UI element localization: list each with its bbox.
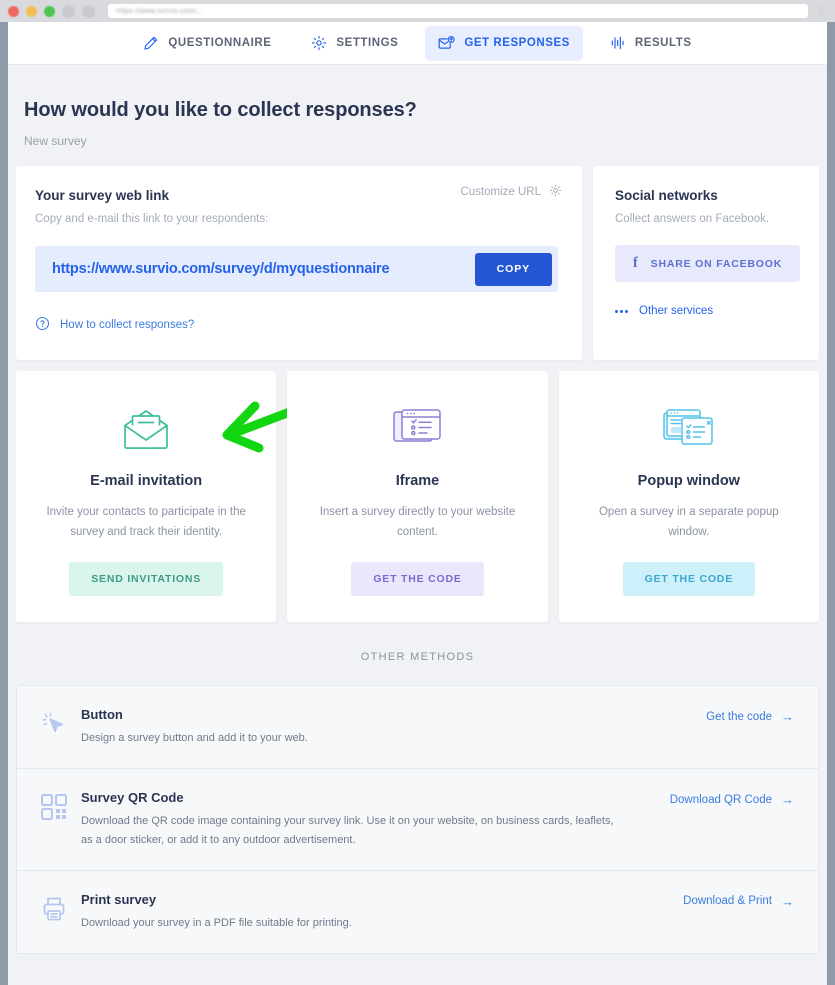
other-services-link[interactable]: Other services bbox=[615, 305, 800, 317]
method-title: Popup window bbox=[581, 473, 797, 489]
page-title: How would you like to collect responses? bbox=[24, 99, 819, 122]
popup-window-icon bbox=[581, 399, 797, 459]
other-method-title: Print survey bbox=[81, 892, 683, 907]
survey-name: New survey bbox=[24, 134, 819, 148]
facebook-button-label: SHARE ON FACEBOOK bbox=[651, 258, 782, 270]
social-subtitle: Collect answers on Facebook. bbox=[615, 213, 800, 225]
bar-chart-icon bbox=[610, 35, 626, 51]
other-method-title: Button bbox=[81, 707, 706, 722]
page-header: How would you like to collect responses?… bbox=[16, 65, 819, 166]
question-mark-icon bbox=[35, 316, 50, 334]
download-and-print-link[interactable]: Download & Print → bbox=[683, 892, 794, 908]
download-qr-code-link[interactable]: Download QR Code → bbox=[670, 790, 794, 806]
browser-chrome: https://www.survio.com/... ⋮ bbox=[0, 0, 835, 22]
other-methods-heading: OTHER METHODS bbox=[16, 622, 819, 685]
browser-menu-icon[interactable]: ⋮ bbox=[815, 5, 827, 17]
weblink-subtitle: Copy and e-mail this link to your respon… bbox=[35, 213, 558, 225]
method-title: Iframe bbox=[309, 473, 525, 489]
tab-label: GET RESPONSES bbox=[464, 37, 570, 49]
tab-label: SETTINGS bbox=[336, 37, 398, 49]
qr-code-icon bbox=[41, 790, 81, 825]
other-method-row-qr-code[interactable]: Survey QR Code Download the QR code imag… bbox=[17, 769, 818, 870]
browser-forward-button[interactable] bbox=[82, 5, 95, 18]
arrow-right-icon: → bbox=[781, 793, 794, 806]
other-method-action-label: Download & Print bbox=[683, 895, 772, 907]
customize-url-button[interactable]: Customize URL bbox=[460, 184, 562, 200]
other-methods-list: Button Design a survey button and add it… bbox=[16, 685, 819, 954]
how-to-collect-responses-link[interactable]: How to collect responses? bbox=[35, 316, 558, 334]
popup-get-the-code-button[interactable]: GET THE CODE bbox=[623, 562, 755, 596]
method-description: Invite your contacts to participate in t… bbox=[38, 502, 254, 542]
tab-label: RESULTS bbox=[635, 37, 692, 49]
other-method-title: Survey QR Code bbox=[81, 790, 670, 805]
browser-back-button[interactable] bbox=[62, 5, 75, 18]
tab-get-responses[interactable]: GET RESPONSES bbox=[425, 26, 583, 61]
other-method-description: Design a survey button and add it to you… bbox=[81, 729, 621, 747]
arrow-right-icon: → bbox=[781, 710, 794, 723]
survey-web-link-card: Customize URL Your survey web link Copy … bbox=[16, 166, 582, 360]
get-the-code-link[interactable]: Get the code → bbox=[706, 707, 794, 723]
page-footer: Help ● Inspiration ● Affiliate bbox=[16, 954, 819, 985]
method-card-popup-window[interactable]: Popup window Open a survey in a separate… bbox=[559, 371, 819, 622]
customize-url-label: Customize URL bbox=[460, 186, 541, 198]
tab-questionnaire[interactable]: QUESTIONNAIRE bbox=[130, 26, 284, 60]
how-to-label: How to collect responses? bbox=[60, 319, 194, 331]
method-card-email-invitation[interactable]: E-mail invitation Invite your contacts t… bbox=[16, 371, 276, 622]
method-description: Insert a survey directly to your website… bbox=[309, 502, 525, 542]
inbox-upload-icon bbox=[438, 35, 455, 52]
iframe-get-the-code-button[interactable]: GET THE CODE bbox=[351, 562, 483, 596]
survey-link-text[interactable]: https://www.survio.com/survey/d/myquesti… bbox=[52, 261, 475, 277]
pencil-icon bbox=[143, 35, 159, 51]
other-method-action-label: Get the code bbox=[706, 711, 772, 723]
arrow-right-icon: → bbox=[781, 895, 794, 908]
social-networks-card: Social networks Collect answers on Faceb… bbox=[593, 166, 819, 360]
browser-address-bar[interactable]: https://www.survio.com/... bbox=[108, 4, 808, 18]
tab-settings[interactable]: SETTINGS bbox=[298, 26, 411, 60]
gear-icon bbox=[311, 35, 327, 51]
window-minimize-button[interactable] bbox=[26, 6, 37, 17]
main-navigation: QUESTIONNAIRE SETTINGS GE bbox=[8, 22, 827, 65]
method-card-iframe[interactable]: Iframe Insert a survey directly to your … bbox=[287, 371, 547, 622]
tab-label: QUESTIONNAIRE bbox=[168, 37, 271, 49]
cursor-click-icon bbox=[41, 707, 81, 742]
other-method-row-print-survey[interactable]: Print survey Download your survey in a P… bbox=[17, 871, 818, 953]
window-close-button[interactable] bbox=[8, 6, 19, 17]
page-viewport: QUESTIONNAIRE SETTINGS GE bbox=[8, 22, 827, 985]
survey-link-box: https://www.survio.com/survey/d/myquesti… bbox=[35, 246, 558, 292]
iframe-window-icon bbox=[309, 399, 525, 459]
facebook-icon: f bbox=[633, 256, 639, 271]
other-method-description: Download your survey in a PDF file suita… bbox=[81, 914, 621, 932]
printer-icon bbox=[41, 892, 81, 927]
gear-icon bbox=[549, 184, 562, 200]
top-card-row: Customize URL Your survey web link Copy … bbox=[16, 166, 819, 360]
other-method-description: Download the QR code image containing yo… bbox=[81, 812, 621, 848]
social-title: Social networks bbox=[615, 188, 800, 203]
collection-method-cards: E-mail invitation Invite your contacts t… bbox=[16, 371, 819, 622]
other-services-label: Other services bbox=[639, 305, 713, 317]
method-title: E-mail invitation bbox=[38, 473, 254, 489]
browser-address-text: https://www.survio.com/... bbox=[116, 8, 203, 15]
send-invitations-button[interactable]: SEND INVITATIONS bbox=[69, 562, 223, 596]
other-method-action-label: Download QR Code bbox=[670, 794, 772, 806]
window-maximize-button[interactable] bbox=[44, 6, 55, 17]
ellipsis-icon bbox=[615, 310, 628, 313]
share-on-facebook-button[interactable]: f SHARE ON FACEBOOK bbox=[615, 245, 800, 282]
open-envelope-icon bbox=[38, 399, 254, 459]
other-method-row-button[interactable]: Button Design a survey button and add it… bbox=[17, 686, 818, 769]
tab-results[interactable]: RESULTS bbox=[597, 26, 705, 60]
method-description: Open a survey in a separate popup window… bbox=[581, 502, 797, 542]
copy-button[interactable]: COPY bbox=[475, 253, 552, 286]
